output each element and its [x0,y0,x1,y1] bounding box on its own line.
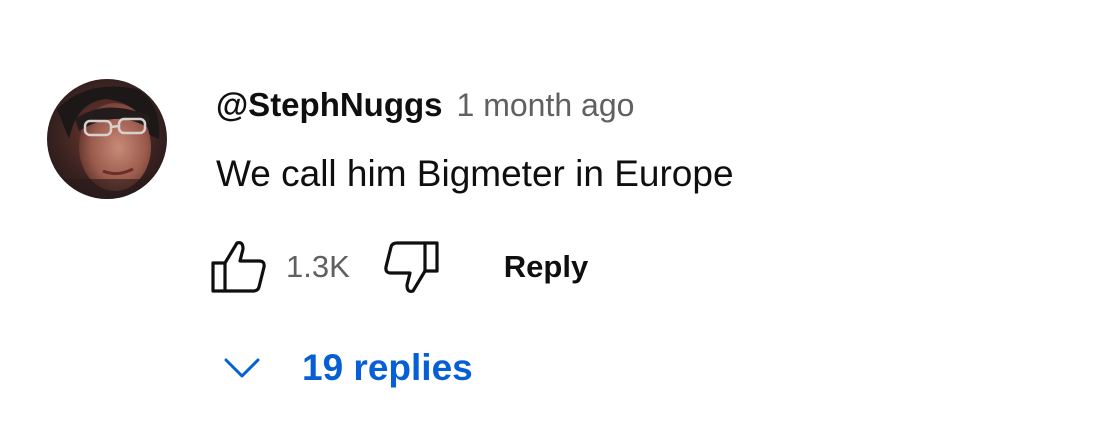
avatar[interactable] [47,79,167,199]
reply-button[interactable]: Reply [504,249,588,285]
comment-thread: @StephNuggs 1 month ago We call him Bigm… [0,0,1119,437]
comment-action-bar: 1.3K Reply [208,236,588,298]
comment-text: We call him Bigmeter in Europe [216,153,734,194]
comment-header: @StephNuggs 1 month ago [216,86,634,124]
like-button[interactable] [208,236,270,298]
comment-timestamp[interactable]: 1 month ago [457,87,635,124]
author-name[interactable]: @StephNuggs [216,86,443,124]
view-replies-button[interactable]: 19 replies [222,340,473,396]
thumbs-up-icon [211,241,266,293]
chevron-down-icon [224,358,260,378]
like-count: 1.3K [286,249,350,284]
dislike-button[interactable] [380,236,442,298]
avatar-image [47,79,167,199]
replies-count-label: 19 replies [302,347,473,388]
thumbs-down-icon [384,241,439,293]
